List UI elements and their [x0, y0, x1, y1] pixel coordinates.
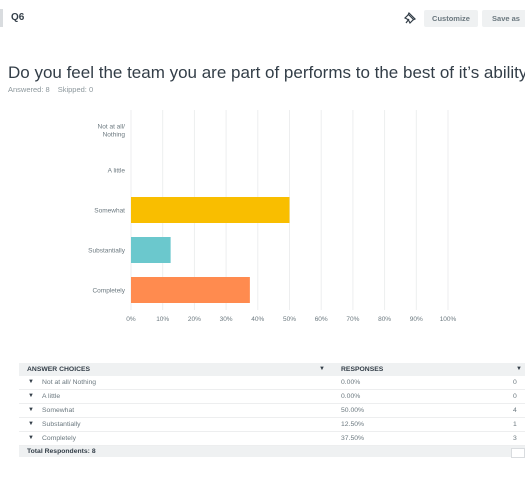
category-label: Substantially	[88, 248, 126, 255]
answered-count: Answered: 8	[8, 85, 50, 94]
x-tick-label: 40%	[251, 316, 264, 323]
x-tick-label: 100%	[440, 316, 457, 323]
response-percent: 37.50%	[341, 435, 365, 442]
choice-label: Substantially	[42, 421, 81, 428]
table-row[interactable]: ▼ A little 0.00% 0	[19, 390, 525, 404]
response-percent: 0.00%	[341, 379, 361, 386]
choice-label: Completely	[42, 435, 76, 442]
x-tick-label: 90%	[410, 316, 423, 323]
total-respondents: Total Respondents: 8	[27, 448, 96, 455]
table-row[interactable]: ▼ Somewhat 50.00% 4	[19, 404, 525, 418]
bar-chart: 0% 10% 20% 30% 40% 50% 60% 70% 80% 90% 100% Not at …	[88, 110, 457, 323]
expand-row-icon[interactable]: ▼	[28, 421, 34, 427]
response-table: ANSWER CHOICES ▼ RESPONSES ▼ ▼ Not at all…	[19, 363, 525, 458]
expand-row-icon[interactable]: ▼	[28, 379, 34, 385]
category-label: A little	[108, 168, 126, 175]
save-as-button[interactable]: Save as	[482, 10, 525, 27]
responses-header[interactable]: RESPONSES	[341, 366, 383, 373]
pin-icon[interactable]	[401, 10, 419, 26]
category-label: Somewhat	[94, 208, 125, 215]
expand-row-icon[interactable]: ▼	[28, 407, 34, 413]
x-tick-label: 50%	[283, 316, 296, 323]
choice-label: Somewhat	[42, 407, 75, 414]
table-row[interactable]: ▼ Not at all/ Nothing 0.00% 0	[19, 376, 525, 390]
response-count: 1	[513, 421, 517, 428]
total-respondents-row: Total Respondents: 8	[19, 446, 525, 458]
expand-row-icon[interactable]: ▼	[28, 393, 34, 399]
choice-label: Not at all/ Nothing	[42, 379, 97, 386]
x-tick-label: 0%	[126, 316, 136, 323]
answer-choices-header[interactable]: ANSWER CHOICES	[27, 366, 90, 373]
skipped-count: Skipped: 0	[57, 85, 94, 94]
category-label: Not at all/Nothing	[98, 124, 126, 139]
response-summary: Answered: 8 Skipped: 0	[8, 85, 93, 94]
x-tick-label: 10%	[156, 316, 169, 323]
question-number: Q6	[0, 9, 24, 27]
choice-label: A little	[42, 393, 61, 400]
response-count: 4	[513, 407, 517, 414]
x-tick-label: 70%	[346, 316, 359, 323]
sort-choices-icon[interactable]: ▼	[319, 366, 325, 372]
response-count: 0	[513, 393, 517, 400]
bar[interactable]	[131, 237, 171, 263]
response-percent: 50.00%	[341, 407, 365, 414]
question-title: Do you feel the team you are part of per…	[8, 63, 525, 83]
table-row[interactable]: ▼ Substantially 12.50% 1	[19, 418, 525, 432]
x-tick-label: 30%	[220, 316, 233, 323]
bar[interactable]	[131, 277, 250, 303]
category-label: Completely	[92, 288, 125, 295]
expand-row-icon[interactable]: ▼	[28, 435, 34, 441]
bar[interactable]	[131, 197, 290, 223]
response-count: 0	[513, 379, 517, 386]
x-tick-label: 80%	[378, 316, 391, 323]
table-header: ANSWER CHOICES ▼ RESPONSES ▼	[19, 363, 525, 376]
response-percent: 12.50%	[341, 421, 365, 428]
x-tick-label: 60%	[315, 316, 328, 323]
sort-responses-icon[interactable]: ▼	[516, 366, 522, 372]
table-row[interactable]: ▼ Completely 37.50% 3	[19, 432, 525, 446]
response-count: 3	[513, 435, 517, 442]
customize-button[interactable]: Customize	[424, 10, 478, 27]
x-tick-label: 20%	[188, 316, 201, 323]
response-percent: 0.00%	[341, 393, 361, 400]
table-corner-box	[511, 448, 525, 458]
